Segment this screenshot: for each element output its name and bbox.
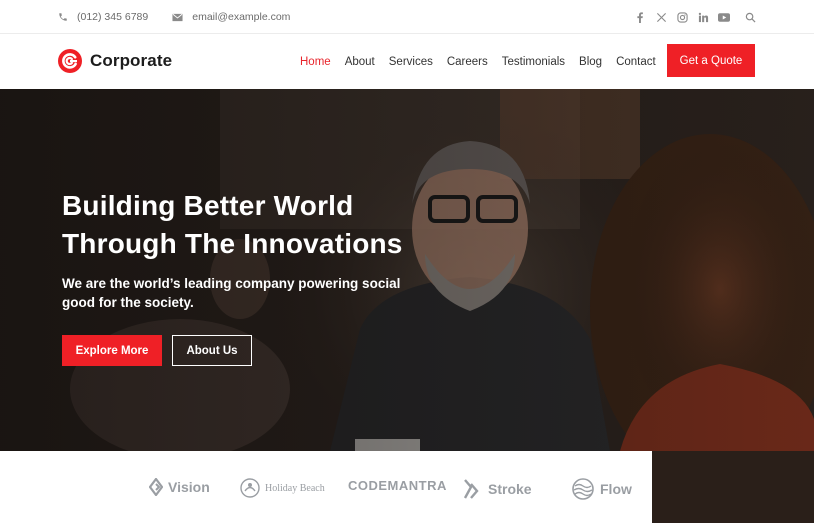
hero-section: Building Better World Through The Innova… <box>0 89 814 451</box>
client-logo-codemantra: CODEMANTRA <box>348 478 447 493</box>
flow-logo-icon <box>572 478 594 500</box>
stroke-logo-text: Stroke <box>488 481 532 497</box>
email-item[interactable]: email@example.com <box>172 11 290 23</box>
instagram-icon[interactable] <box>676 11 688 23</box>
search-icon[interactable] <box>744 11 756 23</box>
hero-subtitle: We are the world’s leading company power… <box>62 276 401 310</box>
phone-item[interactable]: (012) 345 6789 <box>58 11 148 23</box>
contact-info: (012) 345 6789 email@example.com <box>58 0 314 34</box>
email-address: email@example.com <box>192 11 291 23</box>
main-nav: Home About Services Careers Testimonials… <box>300 34 670 89</box>
nav-about[interactable]: About <box>345 56 375 68</box>
hero-background-continuation <box>652 451 814 523</box>
phone-icon <box>59 13 67 21</box>
client-logo-flow: Flow <box>571 478 632 500</box>
client-logo-stroke: Stroke <box>463 478 532 500</box>
nav-careers[interactable]: Careers <box>447 56 488 68</box>
client-logos-strip <box>0 451 652 523</box>
hero-title-line-1: Building Better World <box>62 190 354 221</box>
x-icon[interactable] <box>655 11 667 23</box>
about-us-button[interactable]: About Us <box>172 335 252 366</box>
nav-blog[interactable]: Blog <box>579 56 602 68</box>
phone-number: (012) 345 6789 <box>77 11 149 23</box>
codemantra-logo-text: CODEMANTRA <box>348 478 447 493</box>
hero-title: Building Better World Through The Innova… <box>62 187 422 263</box>
holiday-beach-logo-text: Holiday Beach <box>265 482 325 494</box>
facebook-icon[interactable] <box>634 11 646 23</box>
nav-contact[interactable]: Contact <box>616 56 656 68</box>
nav-services[interactable]: Services <box>389 56 433 68</box>
top-bar: (012) 345 6789 email@example.com <box>0 0 814 34</box>
explore-more-button[interactable]: Explore More <box>62 335 162 366</box>
stroke-logo-icon <box>463 479 479 499</box>
get-quote-button[interactable]: Get a Quote <box>667 44 755 77</box>
main-header: Corporate Home About Services Careers Te… <box>0 34 814 89</box>
logo-mark-icon <box>58 49 82 73</box>
social-links <box>625 0 756 34</box>
nav-testimonials[interactable]: Testimonials <box>502 56 565 68</box>
mail-icon <box>172 13 183 21</box>
vision-logo-icon <box>149 478 163 496</box>
hero-overlay <box>0 89 814 451</box>
brand-logo[interactable]: Corporate <box>58 49 172 73</box>
youtube-icon[interactable] <box>718 11 730 23</box>
client-logo-holiday-beach: Holiday Beach <box>240 478 325 498</box>
holiday-beach-logo-icon <box>240 478 260 498</box>
vision-logo-text: Vision <box>168 479 210 495</box>
linkedin-icon[interactable] <box>697 11 709 23</box>
nav-home[interactable]: Home <box>300 56 331 68</box>
client-logo-vision: Vision <box>149 478 210 496</box>
flow-logo-text: Flow <box>600 481 632 497</box>
hero-title-line-2: Through The Innovations <box>62 228 403 259</box>
brand-name: Corporate <box>90 51 173 70</box>
